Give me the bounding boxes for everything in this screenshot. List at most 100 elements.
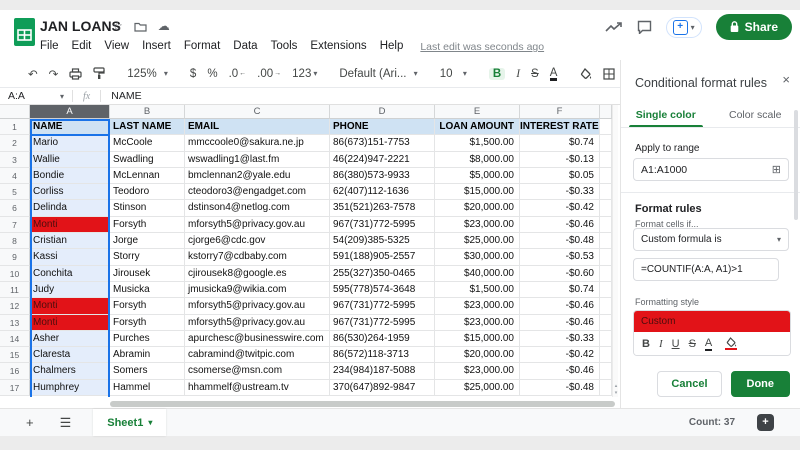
menu-edit[interactable]: Edit — [72, 40, 92, 53]
increase-decimal-button[interactable]: .00 → — [257, 68, 281, 80]
decrease-decimal-button[interactable]: .0 ← — [229, 68, 247, 80]
cell-A11[interactable]: Judy — [30, 281, 110, 299]
tab-single-color[interactable]: Single color — [621, 102, 711, 127]
cell-D6[interactable]: 351(521)263-7578 — [330, 200, 435, 217]
all-sheets-icon[interactable]: ☰ — [60, 415, 72, 431]
cell-F15[interactable]: -$0.42 — [520, 347, 600, 364]
cell-F2[interactable]: $0.74 — [520, 135, 600, 152]
horizontal-scrollbar[interactable] — [110, 401, 615, 407]
custom-formula-field[interactable] — [633, 258, 779, 281]
row-header-4[interactable]: 4 — [0, 167, 30, 185]
scroll-up-icon[interactable]: ▴ — [613, 383, 619, 389]
cell-A14[interactable]: Asher — [30, 330, 110, 348]
cell-F13[interactable]: -$0.46 — [520, 314, 600, 331]
cell-E17[interactable]: $25,000.00 — [435, 379, 520, 397]
cell-partial[interactable] — [600, 119, 612, 136]
font-family-select[interactable]: Default (Ari... ▾ — [339, 68, 417, 80]
cell-C17[interactable]: hhammelf@ustream.tv — [185, 379, 330, 397]
cell-E12[interactable]: $23,000.00 — [435, 298, 520, 315]
cell-partial[interactable] — [600, 216, 612, 234]
cell-F1[interactable]: INTEREST RATE — [520, 119, 600, 136]
column-header-A[interactable]: A — [30, 105, 110, 119]
italic-button[interactable]: I — [516, 68, 520, 80]
cell-F17[interactable]: -$0.48 — [520, 379, 600, 397]
cell-F7[interactable]: -$0.46 — [520, 216, 600, 234]
cell-E14[interactable]: $15,000.00 — [435, 330, 520, 348]
cell-A2[interactable]: Mario — [30, 135, 110, 152]
row-header-6[interactable]: 6 — [0, 200, 30, 217]
select-range-icon[interactable]: ⊞ — [772, 163, 781, 176]
cell-D2[interactable]: 86(673)151-7753 — [330, 135, 435, 152]
cell-A9[interactable]: Kassi — [30, 249, 110, 266]
cell-D16[interactable]: 234(984)187-5088 — [330, 363, 435, 380]
cell-C12[interactable]: mforsyth5@privacy.gov.au — [185, 298, 330, 315]
cell-partial[interactable] — [600, 314, 612, 331]
cell-A6[interactable]: Delinda — [30, 200, 110, 217]
row-header-1[interactable]: 1 — [0, 119, 30, 136]
cell-F9[interactable]: -$0.53 — [520, 249, 600, 266]
cell-D13[interactable]: 967(731)772-5995 — [330, 314, 435, 331]
row-header-14[interactable]: 14 — [0, 330, 30, 348]
cell-C5[interactable]: cteodoro3@engadget.com — [185, 184, 330, 201]
column-header-partial[interactable] — [600, 105, 612, 119]
cell-A5[interactable]: Corliss — [30, 184, 110, 201]
menu-view[interactable]: View — [104, 40, 129, 53]
cell-F14[interactable]: -$0.33 — [520, 330, 600, 348]
row-header-2[interactable]: 2 — [0, 135, 30, 152]
cell-D3[interactable]: 46(224)947-2221 — [330, 151, 435, 168]
sheet-tab-menu-icon[interactable]: ▾ — [148, 418, 152, 427]
cell-partial[interactable] — [600, 184, 612, 201]
cell-B8[interactable]: Jorge — [110, 233, 185, 250]
print-icon[interactable] — [69, 67, 82, 80]
cell-C1[interactable]: EMAIL — [185, 119, 330, 136]
zoom-select[interactable]: 125% ▾ — [127, 68, 168, 80]
row-header-3[interactable]: 3 — [0, 151, 30, 168]
cell-B14[interactable]: Purches — [110, 330, 185, 348]
count-status[interactable]: Count: 37 — [689, 417, 735, 428]
menu-extensions[interactable]: Extensions — [310, 40, 366, 53]
row-header-11[interactable]: 11 — [0, 281, 30, 299]
tab-color-scale[interactable]: Color scale — [711, 102, 800, 127]
cell-B11[interactable]: Musicka — [110, 281, 185, 299]
cell-C15[interactable]: cabramind@twitpic.com — [185, 347, 330, 364]
apply-to-range-field[interactable]: ⊞ — [633, 158, 789, 181]
row-header-8[interactable]: 8 — [0, 233, 30, 250]
cell-B13[interactable]: Forsyth — [110, 314, 185, 331]
cell-C16[interactable]: csomerse@msn.com — [185, 363, 330, 380]
cell-B10[interactable]: Jirousek — [110, 265, 185, 282]
cell-C6[interactable]: dstinson4@netlog.com — [185, 200, 330, 217]
cell-E16[interactable]: $23,000.00 — [435, 363, 520, 380]
underline-button[interactable]: U — [672, 338, 680, 350]
cell-C14[interactable]: apurchesc@businesswire.com — [185, 330, 330, 348]
cell-A13[interactable]: Monti — [30, 314, 110, 331]
cell-A12[interactable]: Monti — [30, 298, 110, 315]
font-size-select[interactable]: 10 ▾ — [440, 68, 467, 80]
row-header-13[interactable]: 13 — [0, 314, 30, 331]
condition-select[interactable]: Custom formula is ▾ — [633, 228, 789, 251]
column-header-D[interactable]: D — [330, 105, 435, 119]
cell-E10[interactable]: $40,000.00 — [435, 265, 520, 282]
scroll-down-icon[interactable]: ▾ — [613, 390, 619, 396]
cell-F11[interactable]: $0.74 — [520, 281, 600, 299]
cell-C7[interactable]: mforsyth5@privacy.gov.au — [185, 216, 330, 234]
row-header-16[interactable]: 16 — [0, 363, 30, 380]
cell-B1[interactable]: LAST NAME — [110, 119, 185, 136]
format-currency-button[interactable]: $ — [190, 68, 196, 80]
cell-partial[interactable] — [600, 135, 612, 152]
cell-D11[interactable]: 595(778)574-3648 — [330, 281, 435, 299]
cell-B4[interactable]: McLennan — [110, 167, 185, 185]
cell-C2[interactable]: mmccoole0@sakura.ne.jp — [185, 135, 330, 152]
cell-A10[interactable]: Conchita — [30, 265, 110, 282]
cell-D7[interactable]: 967(731)772-5995 — [330, 216, 435, 234]
cell-D17[interactable]: 370(647)892-9847 — [330, 379, 435, 397]
cell-E13[interactable]: $23,000.00 — [435, 314, 520, 331]
cell-E6[interactable]: $20,000.00 — [435, 200, 520, 217]
cell-F4[interactable]: $0.05 — [520, 167, 600, 185]
cell-B2[interactable]: McCoole — [110, 135, 185, 152]
cell-B16[interactable]: Somers — [110, 363, 185, 380]
column-header-F[interactable]: F — [520, 105, 600, 119]
cell-C11[interactable]: jmusicka9@wikia.com — [185, 281, 330, 299]
menu-data[interactable]: Data — [233, 40, 257, 53]
done-button[interactable]: Done — [730, 371, 790, 397]
add-sheet-icon[interactable]: + — [26, 415, 34, 430]
